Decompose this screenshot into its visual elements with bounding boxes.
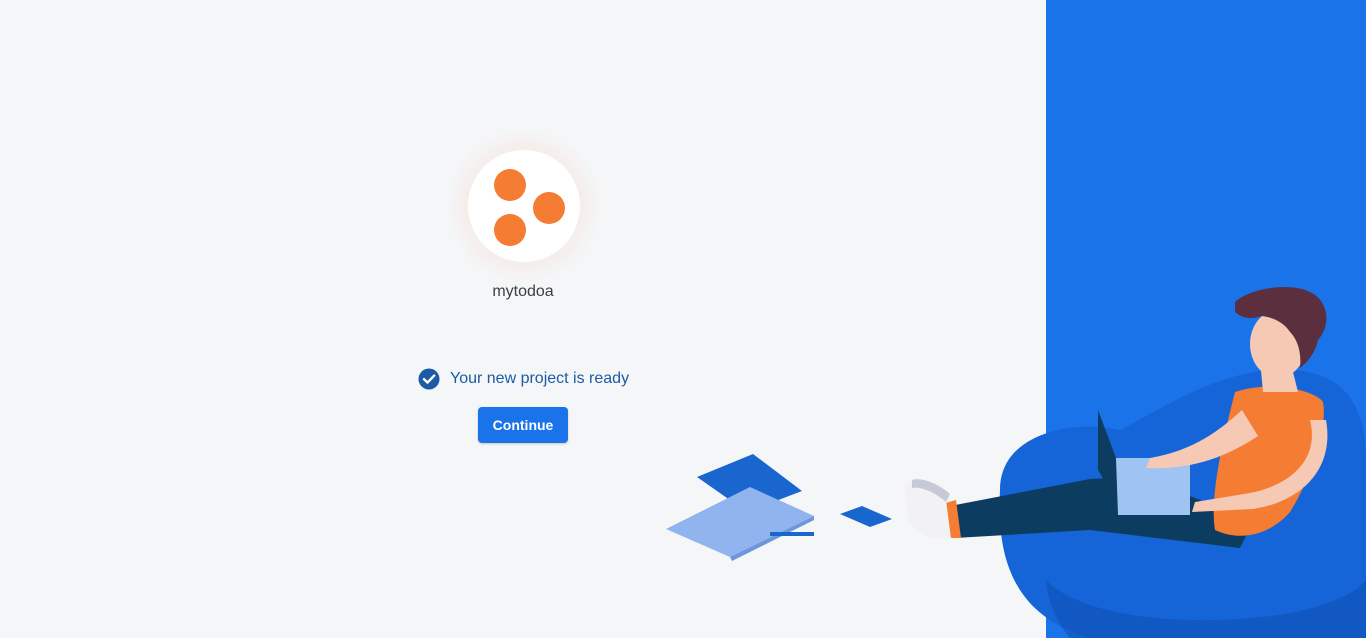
check-circle-icon xyxy=(418,368,440,390)
person-on-beanbag-illustration xyxy=(666,287,1366,638)
project-logo-icon xyxy=(446,130,602,284)
project-ready-status: Your new project is ready xyxy=(418,367,629,391)
project-name: mytodoa xyxy=(492,283,554,300)
project-ready-screen: mytodoa Your new project is ready Contin… xyxy=(0,0,1366,638)
status-message: Your new project is ready xyxy=(450,370,630,387)
continue-button[interactable]: Continue xyxy=(478,407,568,443)
